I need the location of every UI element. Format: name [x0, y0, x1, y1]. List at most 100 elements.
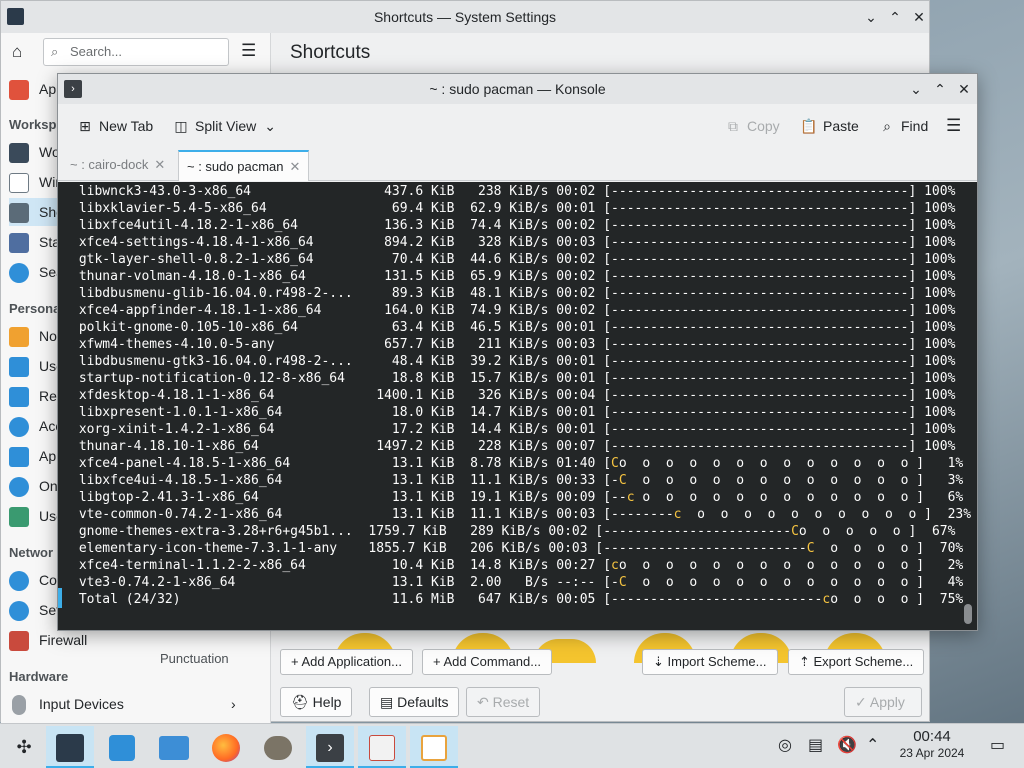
mouse-icon	[12, 695, 26, 716]
sidebar-item-appearance[interactable]: App	[9, 75, 64, 103]
chevron-right-icon: ›	[231, 696, 236, 712]
gimp-icon	[264, 736, 292, 761]
pacman-progress-glyph: c	[822, 592, 831, 607]
reset-icon: ↶	[477, 694, 493, 710]
export-scheme-button[interactable]: ⇡ Export Scheme...	[788, 649, 925, 675]
defaults-button[interactable]: ▤ Defaults	[369, 687, 460, 717]
folder-icon	[159, 736, 189, 761]
konsole-titlebar[interactable]: › ~ : sudo pacman — Konsole ⌄ ⌃ ✕	[58, 74, 977, 104]
application-launcher-icon[interactable]: ✣	[0, 726, 48, 768]
task-firefox[interactable]	[202, 726, 250, 768]
task-file-manager[interactable]	[150, 726, 198, 768]
konsole-toolbar: ⊞ New Tab ◫ Split View ⌄ ⧉ Copy 📋 Paste ⌕ Find…	[58, 104, 977, 148]
hamburger-menu-icon[interactable]: ☰	[241, 41, 256, 61]
accessibility-icon	[9, 417, 29, 438]
close-tab-icon[interactable]: ✕	[154, 157, 165, 172]
button-label: Add Command...	[443, 654, 542, 669]
tab-sudo-pacman[interactable]: ~ : sudo pacman ✕	[178, 150, 310, 181]
pacman-progress-glyph: c	[673, 507, 682, 522]
task-system-settings[interactable]	[46, 726, 94, 768]
terminal-line: thunar-volman-4.18.0-1-x86_64 131.5 KiB …	[71, 269, 956, 284]
sidebar-item-user-feedback[interactable]: Use	[9, 502, 64, 530]
tab-cairo-dock[interactable]: ~ : cairo-dock ✕	[62, 150, 173, 181]
split-view-button[interactable]: ◫ Split View ⌄	[172, 116, 276, 136]
sidebar-item-online-accounts[interactable]: Onl	[9, 472, 61, 500]
close-icon[interactable]: ✕	[954, 79, 974, 99]
new-tab-icon: ⊞	[79, 118, 91, 134]
sidebar-item-startup[interactable]: Sta	[9, 228, 60, 256]
hamburger-menu-icon[interactable]: ☰	[946, 116, 961, 136]
task-gimp[interactable]	[254, 726, 302, 768]
task-text-editor[interactable]	[358, 726, 406, 768]
chevron-up-icon[interactable]: ⌃	[866, 736, 879, 756]
settings-grid-icon	[421, 735, 447, 762]
terminal-line: xfce4-panel-4.18.5-1-x86_64 13.1 KiB 8.7…	[71, 456, 964, 471]
show-desktop-icon[interactable]: ▭	[990, 736, 1005, 756]
sidebar-item-users[interactable]: Use	[9, 352, 64, 380]
chevron-up-icon[interactable]: ⌃	[885, 7, 905, 27]
sidebar-item-label: Firewall	[39, 632, 88, 648]
settings-app-icon	[7, 8, 24, 25]
help-button[interactable]: ⛑ Help	[280, 687, 353, 717]
pacman-progress-glyph: c	[611, 558, 619, 573]
sidebar-item-applications[interactable]: App	[9, 442, 64, 470]
settings-app-icon	[56, 734, 84, 763]
sidebar-item-network-settings[interactable]: Set	[9, 596, 60, 624]
sidebar-item-window-management[interactable]: Wir	[9, 168, 60, 196]
apply-button[interactable]: ✓ Apply	[844, 687, 922, 717]
globe-icon	[9, 571, 29, 592]
chevron-up-icon[interactable]: ⌃	[930, 79, 950, 99]
terminal-line: libgtop-2.41.3-1-x86_64 13.1 KiB 19.1 Ki…	[71, 490, 964, 505]
terminal-scrollbar[interactable]	[964, 604, 972, 624]
network-icon[interactable]: ◎	[778, 736, 792, 756]
close-icon[interactable]: ✕	[909, 7, 929, 27]
paste-icon: 📋	[800, 118, 818, 134]
chevron-down-icon[interactable]: ⌄	[906, 79, 926, 99]
close-tab-icon[interactable]: ✕	[289, 159, 300, 174]
firefox-icon	[212, 734, 240, 763]
terminal-output[interactable]: libwnck3-43.0-3-x86_64 437.6 KiB 238 KiB…	[58, 182, 977, 630]
terminal-line: xfce4-terminal-1.1.2-2-x86_64 10.4 KiB 1…	[71, 558, 964, 573]
add-command-button[interactable]: + Add Command...	[422, 649, 553, 675]
sidebar-item-input-devices[interactable]: Input Devices ›	[9, 690, 259, 718]
settings-titlebar[interactable]: Shortcuts — System Settings ⌄ ⌃ ✕	[1, 1, 929, 33]
appearance-icon	[9, 80, 29, 101]
shortcut-list-item[interactable]: Punctuation	[160, 651, 229, 666]
clipboard-icon[interactable]: ▤	[808, 736, 823, 756]
button-label: Paste	[823, 118, 859, 134]
sidebar-item-accessibility[interactable]: Acc	[9, 412, 62, 440]
konsole-window: › ~ : sudo pacman — Konsole ⌄ ⌃ ✕ ⊞ New T…	[57, 73, 978, 631]
button-label: Defaults	[397, 694, 449, 710]
volume-muted-icon[interactable]: 🔇	[837, 736, 857, 756]
terminal-line: libxpresent-1.0.1-1-x86_64 18.0 KiB 14.7…	[71, 405, 956, 420]
terminal-line: libxklavier-5.4-5-x86_64 69.4 KiB 62.9 K…	[71, 201, 956, 216]
add-application-button[interactable]: + Add Application...	[280, 649, 413, 675]
region-icon	[9, 387, 29, 408]
paste-button[interactable]: 📋 Paste	[800, 116, 859, 136]
pacman-progress-glyph: C	[618, 575, 627, 590]
sidebar-item-workspace-behavior[interactable]: Wo	[9, 138, 60, 166]
clock[interactable]: 00:44 23 Apr 2024	[880, 728, 984, 761]
button-label: Find	[901, 118, 929, 134]
terminal-line: libwnck3-43.0-3-x86_64 437.6 KiB 238 KiB…	[71, 184, 956, 199]
find-button[interactable]: ⌕ Find	[878, 116, 928, 136]
search-input[interactable]: ⌕ Search...	[43, 38, 229, 66]
new-tab-button[interactable]: ⊞ New Tab	[76, 116, 153, 136]
task-discover[interactable]	[98, 726, 146, 768]
sidebar-item-search[interactable]: Sea	[9, 258, 64, 286]
copy-button[interactable]: ⧉ Copy	[724, 116, 780, 136]
chevron-down-icon[interactable]: ⌄	[861, 7, 881, 27]
page-title: Shortcuts	[290, 42, 371, 63]
terminal-line: xorg-xinit-1.4.2-1-x86_64 17.2 KiB 14.4 …	[71, 422, 956, 437]
users-icon	[9, 357, 29, 378]
home-icon[interactable]: ⌂	[12, 42, 22, 62]
reset-button[interactable]: ↶ Reset	[466, 687, 541, 717]
import-scheme-button[interactable]: ⇣ Import Scheme...	[642, 649, 778, 675]
terminal-line: libdbusmenu-gtk3-16.04.0.r498-2-... 48.4…	[71, 354, 956, 369]
task-settings-app[interactable]	[410, 726, 458, 768]
defaults-icon: ▤	[380, 694, 398, 710]
sidebar-item-notifications[interactable]: Not	[9, 322, 61, 350]
settings-window-title: Shortcuts — System Settings	[373, 9, 557, 25]
bell-icon	[9, 327, 29, 348]
task-konsole[interactable]: ›	[306, 726, 354, 768]
